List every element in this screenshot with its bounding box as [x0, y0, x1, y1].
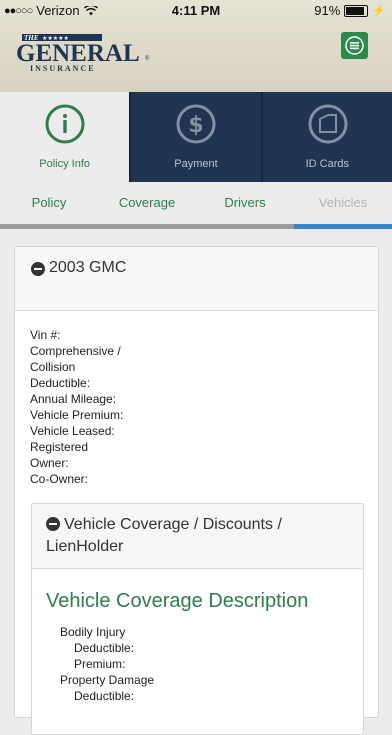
- svg-text:GENERAL: GENERAL: [16, 40, 140, 67]
- info-icon: [45, 104, 85, 144]
- tab-label: Payment: [174, 158, 218, 170]
- coverage-card-header[interactable]: Vehicle Coverage / Discounts / LienHolde…: [32, 504, 363, 569]
- tab-id-cards[interactable]: ID Cards: [260, 92, 392, 182]
- section-progress: [0, 224, 392, 229]
- the-general-logo: THE ★★★★★ GENERAL ® INSURANCE: [16, 34, 150, 73]
- menu-button[interactable]: [341, 32, 368, 59]
- collapse-icon[interactable]: [31, 262, 45, 276]
- svg-text:INSURANCE: INSURANCE: [30, 64, 96, 73]
- detail-label: Owner:: [30, 456, 69, 470]
- nav-vehicles[interactable]: Vehicles: [294, 182, 392, 224]
- dollar-icon: $: [176, 104, 216, 144]
- detail-label: Vin #:: [30, 328, 61, 342]
- nav-drivers[interactable]: Drivers: [196, 182, 294, 224]
- coverage-item: Deductible:: [74, 689, 135, 703]
- tab-label: ID Cards: [305, 158, 350, 170]
- detail-label: Vehicle Premium:: [30, 408, 124, 422]
- tab-payment[interactable]: $ Payment: [129, 92, 260, 182]
- menu-icon: [345, 36, 364, 55]
- nav-policy[interactable]: Policy: [0, 182, 98, 224]
- svg-text:$: $: [189, 113, 204, 138]
- detail-label: Vehicle Leased:: [30, 424, 115, 438]
- coverage-card: Vehicle Coverage / Discounts / LienHolde…: [31, 503, 364, 735]
- main-tab-bar: Policy Info $ Payment ID Cards: [0, 92, 392, 182]
- charging-icon: ⚡: [372, 5, 386, 17]
- detail-label: Collision: [30, 360, 76, 374]
- nav-coverage[interactable]: Coverage: [98, 182, 196, 224]
- coverage-description-heading: Vehicle Coverage Description: [46, 590, 309, 612]
- id-card-icon: [308, 104, 348, 144]
- coverage-item: Bodily Injury: [60, 625, 126, 639]
- vehicle-card-header[interactable]: 2003 GMC: [15, 247, 378, 311]
- coverage-item: Deductible:: [74, 641, 135, 655]
- coverage-section-title: Vehicle Coverage / Discounts / LienHolde…: [46, 516, 282, 555]
- coverage-item: Property Damage: [60, 673, 155, 687]
- coverage-item: Premium:: [74, 657, 126, 671]
- vehicle-title: 2003 GMC: [49, 259, 127, 276]
- status-bar: ●●○○○ Verizon 4:11 PM 91% ⚡: [0, 0, 392, 20]
- battery-icon: [344, 4, 369, 17]
- vehicle-card: 2003 GMC Vin #: Comprehensive / Collisio…: [14, 246, 379, 735]
- tab-policy-info[interactable]: Policy Info: [0, 92, 130, 182]
- detail-label: Registered: [30, 440, 89, 454]
- detail-label: Comprehensive /: [30, 344, 121, 358]
- detail-label: Deductible:: [30, 376, 91, 390]
- coverage-list: Bodily Injury Deductible: Premium: Prope…: [60, 624, 154, 704]
- tab-label: Policy Info: [39, 158, 91, 170]
- svg-text:®: ®: [145, 55, 150, 62]
- battery-percent: 91%: [314, 3, 341, 18]
- section-nav: Policy Coverage Drivers Vehicles: [0, 182, 392, 224]
- vehicle-details: Vin #: Comprehensive / Collision Deducti…: [30, 327, 123, 487]
- progress-indicator: [294, 224, 392, 229]
- detail-label: Annual Mileage:: [30, 392, 117, 406]
- detail-label: Co-Owner:: [30, 472, 89, 486]
